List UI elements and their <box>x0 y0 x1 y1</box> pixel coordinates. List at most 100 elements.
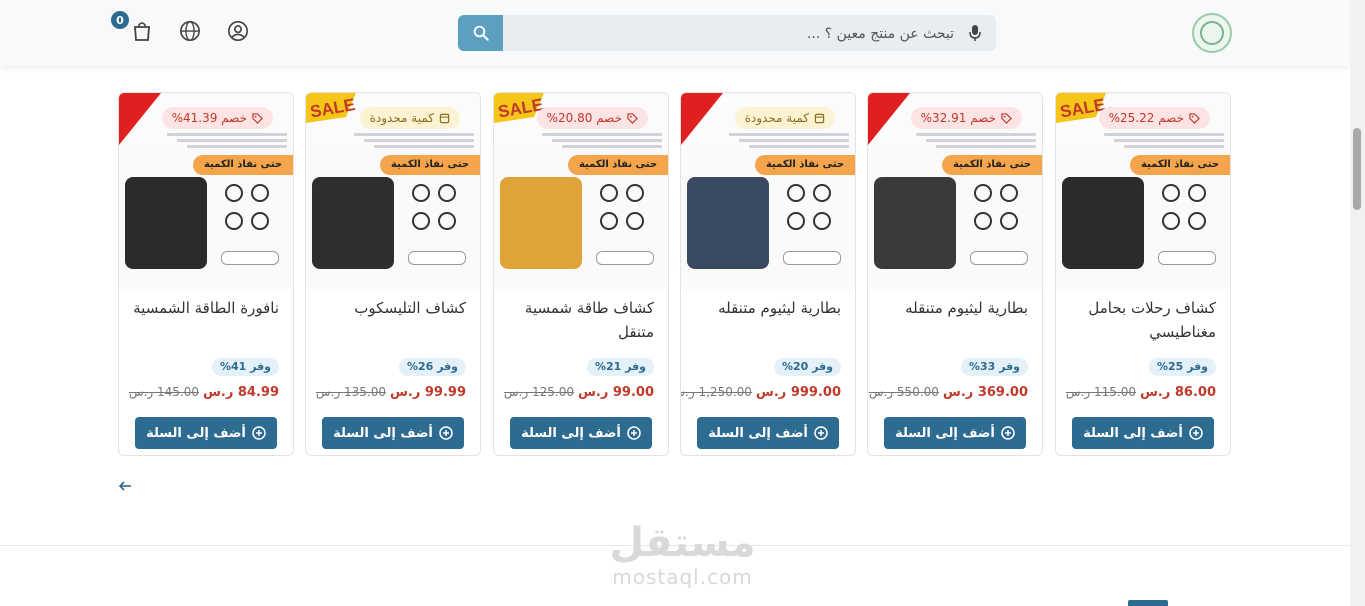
order-now-graphic <box>408 251 466 265</box>
add-to-cart-button[interactable]: أضف إلى السلة <box>135 417 277 449</box>
mic-icon[interactable] <box>968 24 982 46</box>
add-to-cart-button[interactable]: أضف إلى السلة <box>510 417 652 449</box>
product-photo <box>500 177 582 269</box>
search-input[interactable] <box>532 15 956 51</box>
plus-circle-icon <box>439 426 453 440</box>
plus-circle-icon <box>1001 426 1015 440</box>
price-old: 145.00 ر.س <box>128 385 199 399</box>
price-row: 86.00 ر.س115.00 ر.س <box>1066 385 1216 400</box>
promo-bar: حتى نفاذ الكمية <box>193 155 293 175</box>
user-icon[interactable] <box>226 19 250 43</box>
plus-circle-icon <box>814 426 828 440</box>
badge-text: خصم 25.22% <box>1108 111 1184 125</box>
add-to-cart-label: أضف إلى السلة <box>708 425 808 441</box>
price-current: 86.00 ر.س <box>1139 385 1216 400</box>
box-icon <box>439 113 450 123</box>
feature-icons <box>221 181 283 237</box>
tag-icon <box>1001 112 1012 124</box>
product-title[interactable]: بطارية ليثيوم متنقله <box>878 296 1028 320</box>
add-to-cart-button[interactable]: أضف إلى السلة <box>1072 417 1214 449</box>
product-card[interactable]: LAST CHANCE حتى نفاذ الكمية خصم 41.39% نافو… <box>118 92 294 456</box>
cart-count-badge: 0 <box>111 11 129 29</box>
watermark: مستقل mostaql.com <box>600 520 765 588</box>
product-photo <box>687 177 769 269</box>
feature-icons <box>970 181 1032 237</box>
carousel-prev-button[interactable] <box>118 478 132 497</box>
product-card[interactable]: LAST CHANCE حتى نفاذ الكمية كمية محدودة بطا… <box>680 92 856 456</box>
product-card[interactable]: SALE حتى نفاذ الكمية خصم 25.22% كشاف رحلات … <box>1055 92 1231 456</box>
order-now-graphic <box>1158 251 1216 265</box>
product-photo <box>874 177 956 269</box>
arrow-left-icon <box>118 481 131 491</box>
limited-quantity-badge: كمية محدودة <box>734 107 835 129</box>
footer-heading-peek <box>1128 600 1168 606</box>
riyal-icon: ر.س <box>942 385 974 400</box>
discount-badge: خصم 25.22% <box>1098 107 1210 129</box>
watermark-latin: mostaql.com <box>612 565 753 589</box>
product-image[interactable]: LAST CHANCE حتى نفاذ الكمية خصم 32.91% <box>868 93 1042 289</box>
badge-text: خصم 20.80% <box>546 111 622 125</box>
product-title[interactable]: كشاف التليسكوب <box>316 296 466 320</box>
discount-badge: خصم 32.91% <box>910 107 1022 129</box>
riyal-icon: ر.س <box>1139 385 1171 400</box>
limited-quantity-badge: كمية محدودة <box>359 107 460 129</box>
product-image[interactable]: SALE حتى نفاذ الكمية كمية محدودة <box>306 93 480 289</box>
globe-icon[interactable] <box>178 19 202 43</box>
product-title[interactable]: نافورة الطاقة الشمسية <box>129 296 279 320</box>
order-now-graphic <box>221 251 279 265</box>
product-image[interactable]: SALE حتى نفاذ الكمية خصم 25.22% <box>1056 93 1230 289</box>
order-now-graphic <box>970 251 1028 265</box>
product-card[interactable]: LAST CHANCE حتى نفاذ الكمية خصم 32.91% بطار… <box>867 92 1043 456</box>
search-icon <box>473 25 489 41</box>
product-photo <box>1062 177 1144 269</box>
save-badge: وفر 25% <box>1148 358 1216 376</box>
feature-icons <box>1158 181 1220 237</box>
search-bar <box>458 15 996 51</box>
page-scrollbar[interactable] <box>1350 0 1365 606</box>
product-image[interactable]: LAST CHANCE حتى نفاذ الكمية كمية محدودة <box>681 93 855 289</box>
riyal-icon: ر.س <box>202 385 234 400</box>
site-header: 0 <box>0 0 1350 66</box>
add-to-cart-button[interactable]: أضف إلى السلة <box>697 417 839 449</box>
save-badge: وفر 33% <box>960 358 1028 376</box>
cart-icon[interactable] <box>130 19 154 43</box>
plus-circle-icon <box>1189 426 1203 440</box>
price-old: 1,250.00 ر.س <box>681 385 752 399</box>
product-photo <box>312 177 394 269</box>
badge-text: كمية محدودة <box>369 111 434 125</box>
feature-icons <box>596 181 658 237</box>
save-badge: وفر 26% <box>398 358 466 376</box>
riyal-icon: ر.س <box>389 385 421 400</box>
price-row: 99.00 ر.س125.00 ر.س <box>504 385 654 400</box>
price-old: 115.00 ر.س <box>1065 385 1136 399</box>
plus-circle-icon <box>627 426 641 440</box>
product-card[interactable]: SALE حتى نفاذ الكمية خصم 20.80% كشاف طاقة ش… <box>493 92 669 456</box>
watermark-arabic: مستقل <box>609 520 756 566</box>
scrollbar-thumb[interactable] <box>1353 128 1361 210</box>
product-card[interactable]: SALE حتى نفاذ الكمية كمية محدودة كشاف التلي… <box>305 92 481 456</box>
tag-icon <box>252 112 263 124</box>
product-image[interactable]: SALE حتى نفاذ الكمية خصم 20.80% <box>494 93 668 289</box>
product-title[interactable]: كشاف طاقة شمسية متنقل <box>504 296 654 344</box>
promo-bar: حتى نفاذ الكمية <box>568 155 668 175</box>
add-to-cart-label: أضف إلى السلة <box>1083 425 1183 441</box>
badge-text: خصم 41.39% <box>171 111 247 125</box>
add-to-cart-button[interactable]: أضف إلى السلة <box>884 417 1026 449</box>
search-button[interactable] <box>458 15 503 51</box>
price-old: 125.00 ر.س <box>503 385 574 399</box>
price-old: 550.00 ر.س <box>868 385 939 399</box>
product-photo <box>125 177 207 269</box>
save-badge: وفر 41% <box>211 358 279 376</box>
price-current: 99.00 ر.س <box>577 385 654 400</box>
product-title[interactable]: بطارية ليثيوم متنقله <box>691 296 841 320</box>
price-row: 99.99 ر.س135.00 ر.س <box>316 385 466 400</box>
add-to-cart-button[interactable]: أضف إلى السلة <box>322 417 464 449</box>
badge-text: خصم 32.91% <box>920 111 996 125</box>
plus-circle-icon <box>252 426 266 440</box>
riyal-icon: ر.س <box>577 385 609 400</box>
product-title[interactable]: كشاف رحلات بحامل مغناطيسي <box>1066 296 1216 344</box>
site-logo[interactable] <box>1192 13 1232 53</box>
badge-text: كمية محدودة <box>744 111 809 125</box>
product-image[interactable]: LAST CHANCE حتى نفاذ الكمية خصم 41.39% <box>119 93 293 289</box>
price-row: 999.00 ر.س1,250.00 ر.س <box>681 385 841 400</box>
